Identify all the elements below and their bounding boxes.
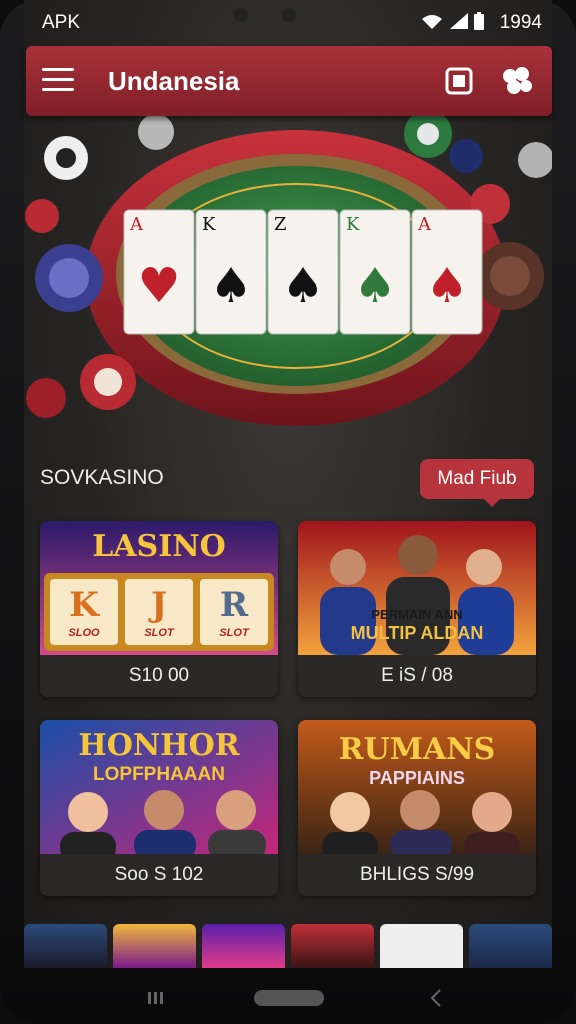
wifi-icon bbox=[422, 15, 442, 29]
card-rank: A bbox=[129, 214, 144, 235]
game-thumb[interactable] bbox=[113, 924, 196, 968]
front-sensor bbox=[282, 8, 296, 22]
system-nav-bar bbox=[148, 989, 441, 1007]
reel-label: SLOO bbox=[68, 627, 100, 639]
game-title: LASINO bbox=[92, 529, 226, 564]
playing-card: A♥ bbox=[123, 209, 195, 335]
status-icons bbox=[420, 12, 484, 30]
game-subtitle: PAPPIAINS bbox=[369, 768, 465, 788]
game-card-honhor[interactable]: HONHOR LOPFPHAAAN Soo S 102 bbox=[40, 720, 278, 896]
app-screen: A ♥ K ♠ Z ♠ K ♠ A ♠ SOVKASINO Mad Fiub LASINO K J… bbox=[24, 0, 552, 968]
front-camera bbox=[234, 8, 248, 22]
game-thumb[interactable] bbox=[469, 924, 552, 968]
section-title: SOVKASINO bbox=[40, 466, 164, 489]
recent-apps-icon[interactable] bbox=[148, 992, 163, 1004]
playing-card: K♠ bbox=[195, 209, 267, 335]
playing-card: Z♠ bbox=[267, 209, 339, 335]
hearts-suit-icon: ♥ bbox=[137, 258, 180, 314]
chip-navy bbox=[449, 139, 483, 173]
game-subtitle: MULTIP ALDAN bbox=[350, 623, 484, 643]
app-header: Undanesia bbox=[26, 46, 552, 116]
gamepad-icon[interactable] bbox=[500, 64, 534, 98]
reel-symbol: J bbox=[150, 585, 168, 625]
chip-green bbox=[404, 116, 452, 158]
playing-card: K♠ bbox=[339, 209, 411, 335]
game-title: HONHOR bbox=[78, 728, 240, 763]
status-time: 1994 bbox=[499, 12, 542, 33]
signal-icon bbox=[450, 13, 468, 29]
reel-label: SLOT bbox=[144, 627, 174, 639]
chip-red bbox=[26, 378, 66, 418]
game-caption: BHLIGS S/99 bbox=[298, 854, 536, 896]
game-card-lasino[interactable]: LASINO K J R SLOO SLOT SLOT S10 00 bbox=[40, 521, 278, 697]
game-subtitle: LOPFPHAAAN bbox=[93, 764, 225, 785]
game-title: RUMANS bbox=[338, 732, 496, 767]
spades-suit-icon: ♠ bbox=[209, 258, 252, 314]
playing-cards: A♥K♠Z♠K♠A♠ bbox=[123, 209, 483, 335]
chip-white bbox=[44, 136, 88, 180]
status-bar: APK 1994 bbox=[0, 0, 576, 46]
spades-suit-icon: ♠ bbox=[281, 258, 324, 314]
chip-grey bbox=[138, 116, 174, 150]
game-thumb[interactable] bbox=[291, 924, 374, 968]
card-rank: Z bbox=[274, 214, 287, 235]
reel-symbol: K bbox=[69, 585, 99, 625]
wallet-icon[interactable] bbox=[444, 66, 474, 96]
game-card-multiplayer[interactable]: PERMAIN ANN MULTIP ALDAN E iS / 08 bbox=[298, 521, 536, 697]
status-carrier: APK bbox=[42, 12, 81, 33]
game-thumb[interactable] bbox=[380, 924, 463, 968]
home-button[interactable] bbox=[254, 990, 324, 1006]
game-caption: S10 00 bbox=[40, 655, 278, 697]
card-rank: A bbox=[417, 214, 432, 235]
chip-grey bbox=[518, 142, 552, 178]
app-title: Undanesia bbox=[108, 66, 240, 96]
game-card-rumans[interactable]: RUMANS PAPPIAINS BHLIGS S/99 bbox=[298, 720, 536, 896]
game-thumb[interactable] bbox=[202, 924, 285, 968]
hamburger-menu-icon[interactable] bbox=[42, 68, 74, 92]
spades-suit-icon: ♠ bbox=[353, 258, 396, 314]
game-thumb[interactable] bbox=[24, 924, 107, 968]
back-icon[interactable] bbox=[430, 989, 441, 1007]
chip-blue bbox=[35, 244, 103, 312]
battery-icon bbox=[474, 12, 484, 30]
reel-label: SLOT bbox=[219, 627, 249, 639]
chip-red bbox=[25, 199, 59, 233]
spades-suit-icon: ♠ bbox=[425, 258, 468, 314]
game-caption: E iS / 08 bbox=[298, 655, 536, 697]
card-rank: K bbox=[202, 214, 216, 235]
poker-table-banner[interactable]: A♥K♠Z♠K♠A♠ bbox=[24, 116, 552, 456]
chip-dark bbox=[476, 242, 544, 310]
reel-symbol: R bbox=[219, 585, 249, 625]
section-action-button[interactable]: Mad Fiub bbox=[420, 459, 534, 507]
game-caption: Soo S 102 bbox=[40, 854, 278, 896]
game-title: PERMAIN ANN bbox=[371, 607, 463, 622]
card-rank: K bbox=[346, 214, 360, 235]
chip-red bbox=[80, 354, 136, 410]
more-games-strip[interactable] bbox=[24, 924, 552, 968]
playing-card: A♠ bbox=[411, 209, 483, 335]
